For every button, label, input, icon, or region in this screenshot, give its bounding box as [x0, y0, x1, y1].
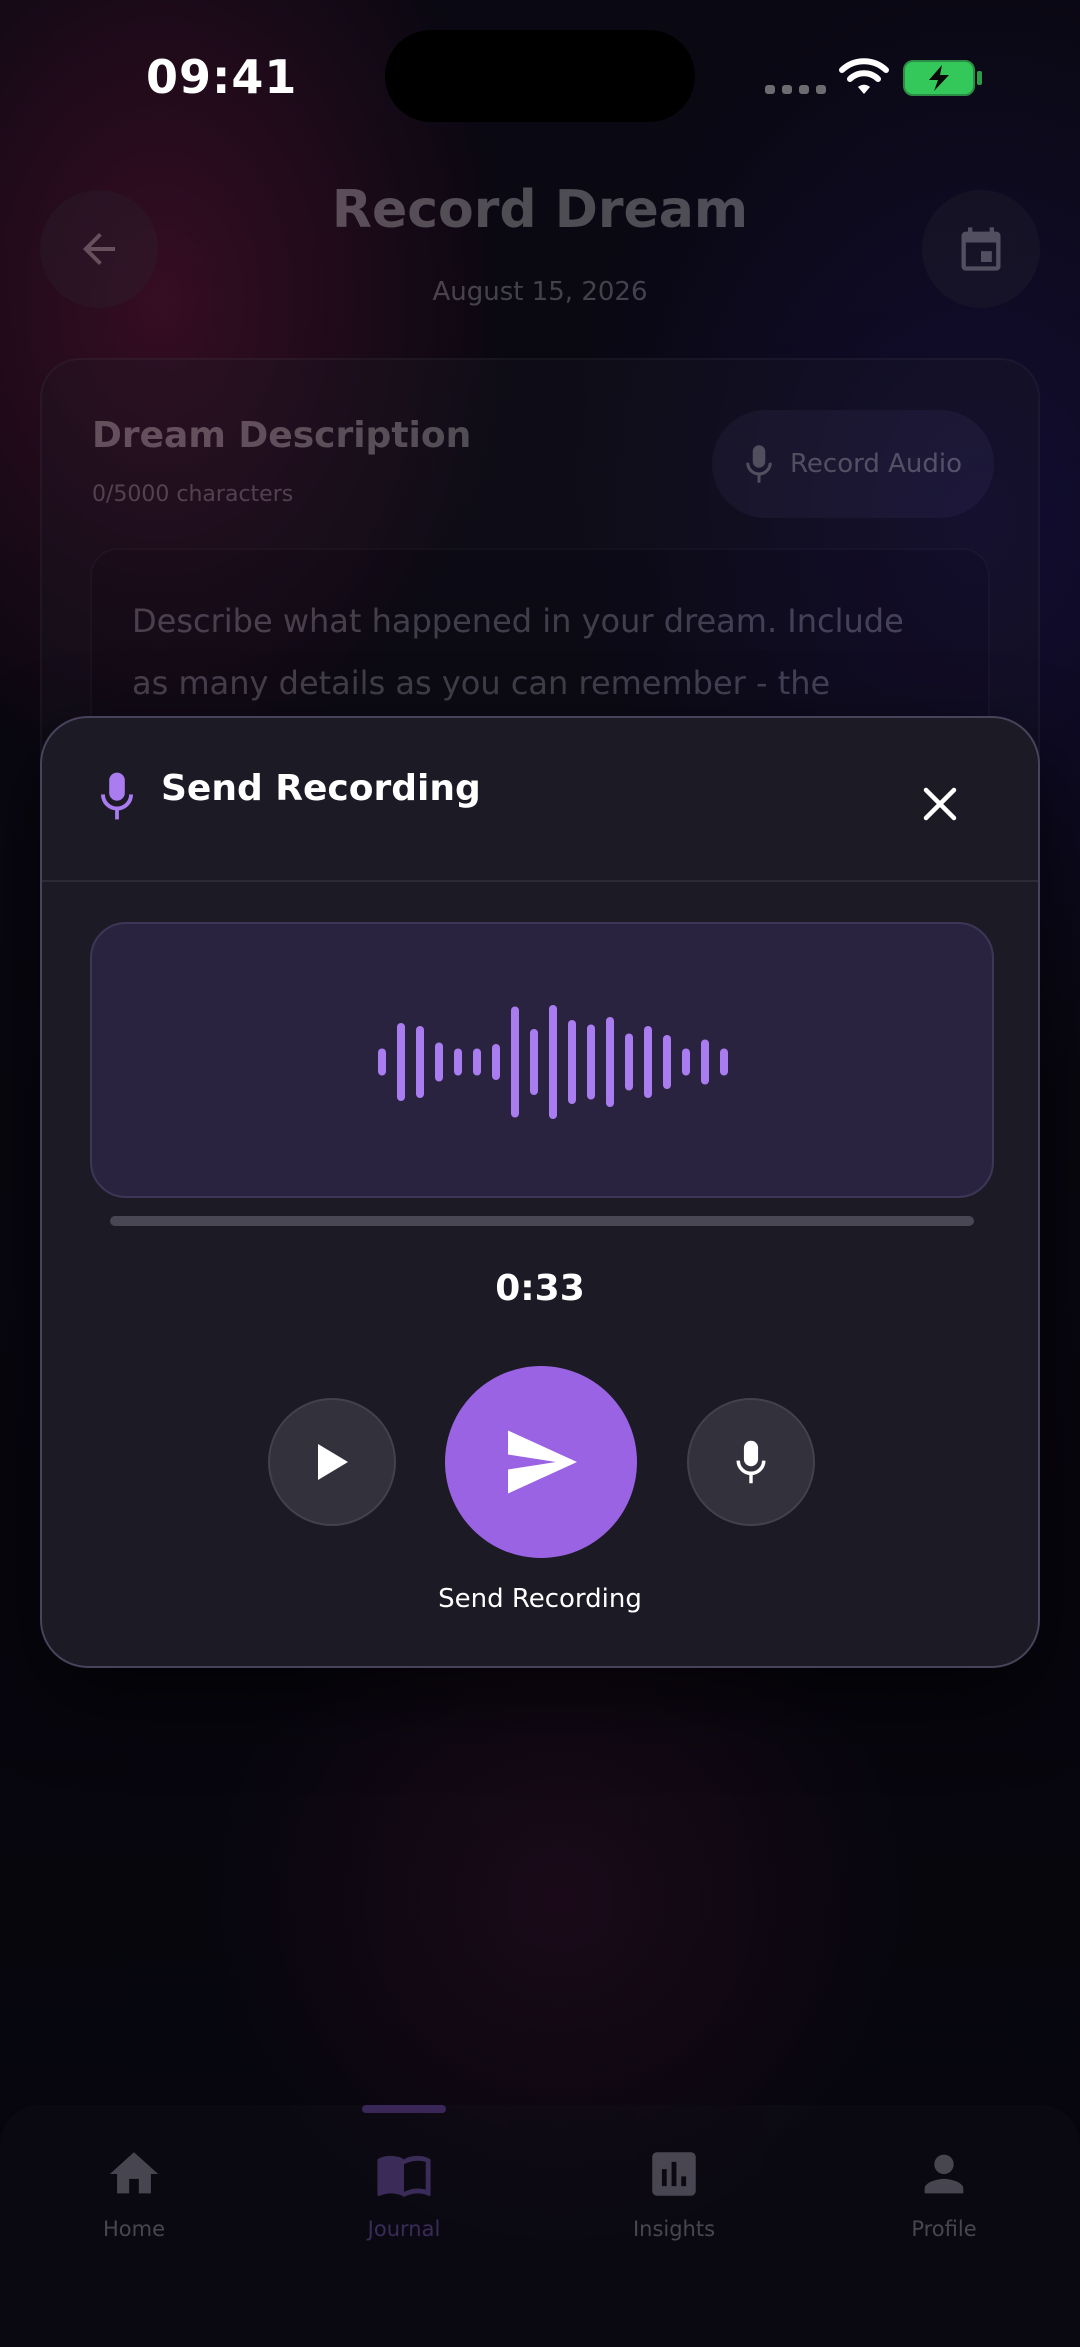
page-title: Record Dream [331, 180, 749, 240]
calendar-button[interactable] [922, 190, 1040, 308]
status-time: 09:41 [146, 50, 298, 104]
send-recording-modal: Send Recording 0:33 Send Recording [40, 716, 1040, 1668]
audio-waveform [378, 1005, 728, 1119]
character-count: 0/5000 characters [92, 482, 294, 507]
page-date: August 15, 2026 [432, 277, 648, 307]
waveform-panel [90, 922, 994, 1198]
person-icon [924, 2154, 964, 2194]
waveform-bar [473, 1048, 481, 1076]
record-audio-label: Record Audio [790, 449, 962, 479]
calendar-icon [961, 227, 1001, 271]
waveform-bar [530, 1029, 538, 1095]
modal-header: Send Recording [42, 718, 1038, 882]
battery-charging-icon [903, 60, 982, 96]
send-icon [508, 1430, 577, 1494]
waveform-bar [435, 1042, 443, 1082]
nav-item-journal[interactable]: Journal [304, 2145, 504, 2275]
waveform-bar [701, 1039, 709, 1085]
nav-label-insights: Insights [632, 2217, 716, 2241]
waveform-bar [454, 1048, 462, 1076]
waveform-bar [720, 1048, 728, 1076]
cellular-signal-icon [765, 85, 826, 95]
waveform-bar [644, 1026, 652, 1098]
playback-progress-bar[interactable] [110, 1216, 974, 1226]
bar-chart-icon [652, 2152, 696, 2196]
waveform-bar [416, 1026, 424, 1098]
nav-active-indicator [362, 2105, 446, 2113]
wifi-icon [839, 58, 889, 94]
recording-timer: 0:33 [495, 1268, 585, 1309]
waveform-bar [663, 1035, 671, 1089]
waveform-bar [625, 1033, 633, 1091]
waveform-bar [378, 1048, 386, 1076]
home-icon [109, 2152, 159, 2194]
mic-icon [100, 772, 134, 820]
re-record-button[interactable] [687, 1398, 815, 1526]
close-button[interactable] [912, 776, 968, 832]
waveform-bar [568, 1020, 576, 1104]
play-button[interactable] [268, 1398, 396, 1526]
mic-icon [746, 445, 772, 483]
bottom-nav: Home Journal Insights Profile [0, 2105, 1080, 2347]
nav-label-journal: Journal [367, 2217, 441, 2241]
waveform-bar [397, 1023, 405, 1101]
screen: Record Dream August 15, 2026 Dream Descr… [0, 0, 1080, 2347]
close-icon [923, 787, 957, 821]
nav-item-home[interactable]: Home [34, 2145, 234, 2275]
waveform-bar [492, 1044, 500, 1080]
nav-label-profile: Profile [911, 2217, 977, 2241]
play-icon [318, 1444, 348, 1480]
waveform-bar [511, 1006, 519, 1118]
waveform-bar [682, 1048, 690, 1076]
record-audio-button[interactable]: Record Audio [712, 410, 994, 518]
waveform-bar [606, 1017, 614, 1107]
mic-icon [736, 1440, 766, 1484]
nav-item-insights[interactable]: Insights [574, 2145, 774, 2275]
status-bar: 09:41 [0, 0, 1080, 140]
waveform-bar [587, 1024, 595, 1100]
dynamic-island [385, 30, 695, 122]
send-recording-label: Send Recording [438, 1584, 642, 1614]
waveform-bar [549, 1005, 557, 1119]
send-recording-button[interactable] [445, 1366, 637, 1558]
dream-description-title: Dream Description [92, 415, 472, 456]
nav-label-home: Home [102, 2217, 165, 2241]
nav-item-profile[interactable]: Profile [844, 2145, 1044, 2275]
book-icon [377, 2155, 431, 2197]
modal-title: Send Recording [161, 768, 481, 809]
